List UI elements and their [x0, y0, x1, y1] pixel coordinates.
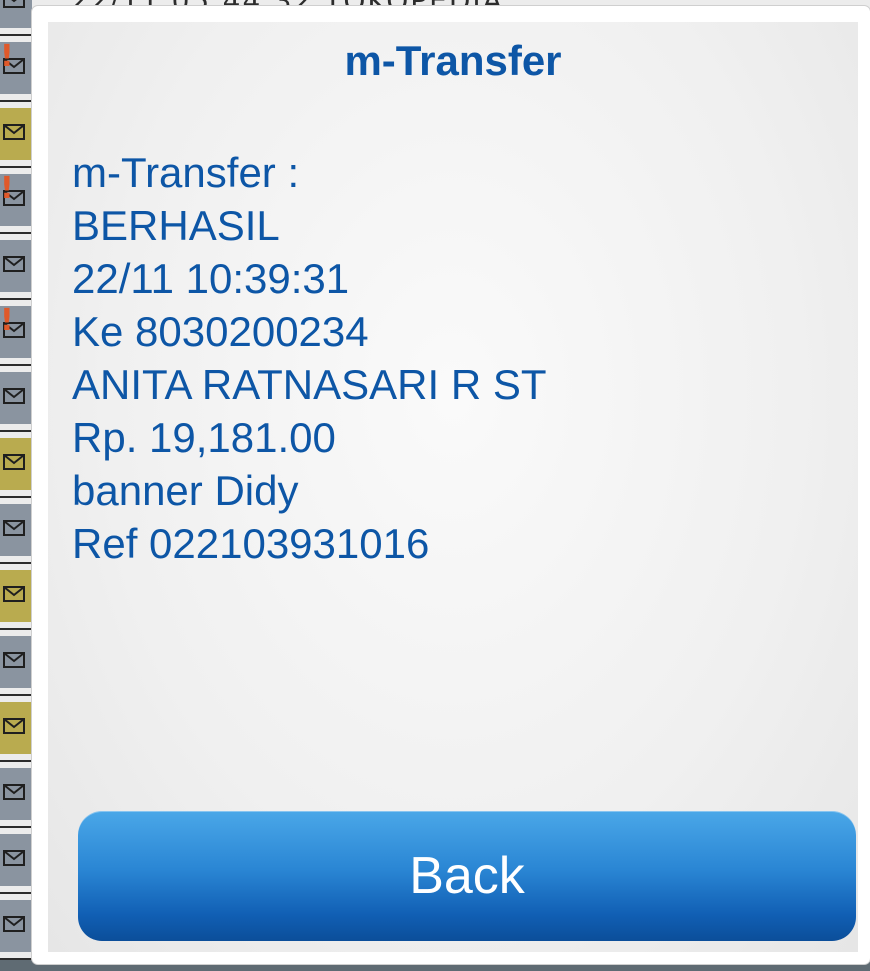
envelope-icon [3, 784, 25, 800]
detail-line-reference: Ref 022103931016 [72, 520, 430, 567]
detail-line-header: m-Transfer : [72, 149, 300, 196]
detail-line-recipient: ANITA RATNASARI R ST [72, 361, 547, 408]
detail-line-account: Ke 8030200234 [72, 308, 369, 355]
envelope-icon [3, 850, 25, 866]
envelope-icon [3, 718, 25, 734]
envelope-icon [3, 454, 25, 470]
exclamation-icon: ! [0, 39, 14, 74]
dialog-content: m-Transfer m-Transfer : BERHASIL 22/11 1… [48, 22, 858, 952]
envelope-icon [3, 916, 25, 932]
exclamation-icon: ! [0, 171, 14, 206]
envelope-icon [3, 652, 25, 668]
transfer-details: m-Transfer : BERHASIL 22/11 10:39:31 Ke … [72, 146, 832, 570]
exclamation-icon: ! [0, 303, 14, 338]
envelope-icon [3, 0, 25, 8]
detail-line-status: BERHASIL [72, 202, 280, 249]
screen: 22/11 05:44:32 TOKOPEDIA!!!12/11 17:45:2… [0, 0, 870, 971]
envelope-icon [3, 256, 25, 272]
detail-line-amount: Rp. 19,181.00 [72, 414, 336, 461]
dialog-title: m-Transfer [344, 37, 562, 84]
envelope-icon [3, 586, 25, 602]
back-button[interactable]: Back [78, 811, 856, 941]
detail-line-note: banner Didy [72, 467, 299, 514]
envelope-icon [3, 124, 25, 140]
transfer-result-dialog: m-Transfer m-Transfer : BERHASIL 22/11 1… [32, 6, 870, 964]
envelope-icon [3, 388, 25, 404]
envelope-icon [3, 520, 25, 536]
detail-line-datetime: 22/11 10:39:31 [72, 255, 350, 302]
